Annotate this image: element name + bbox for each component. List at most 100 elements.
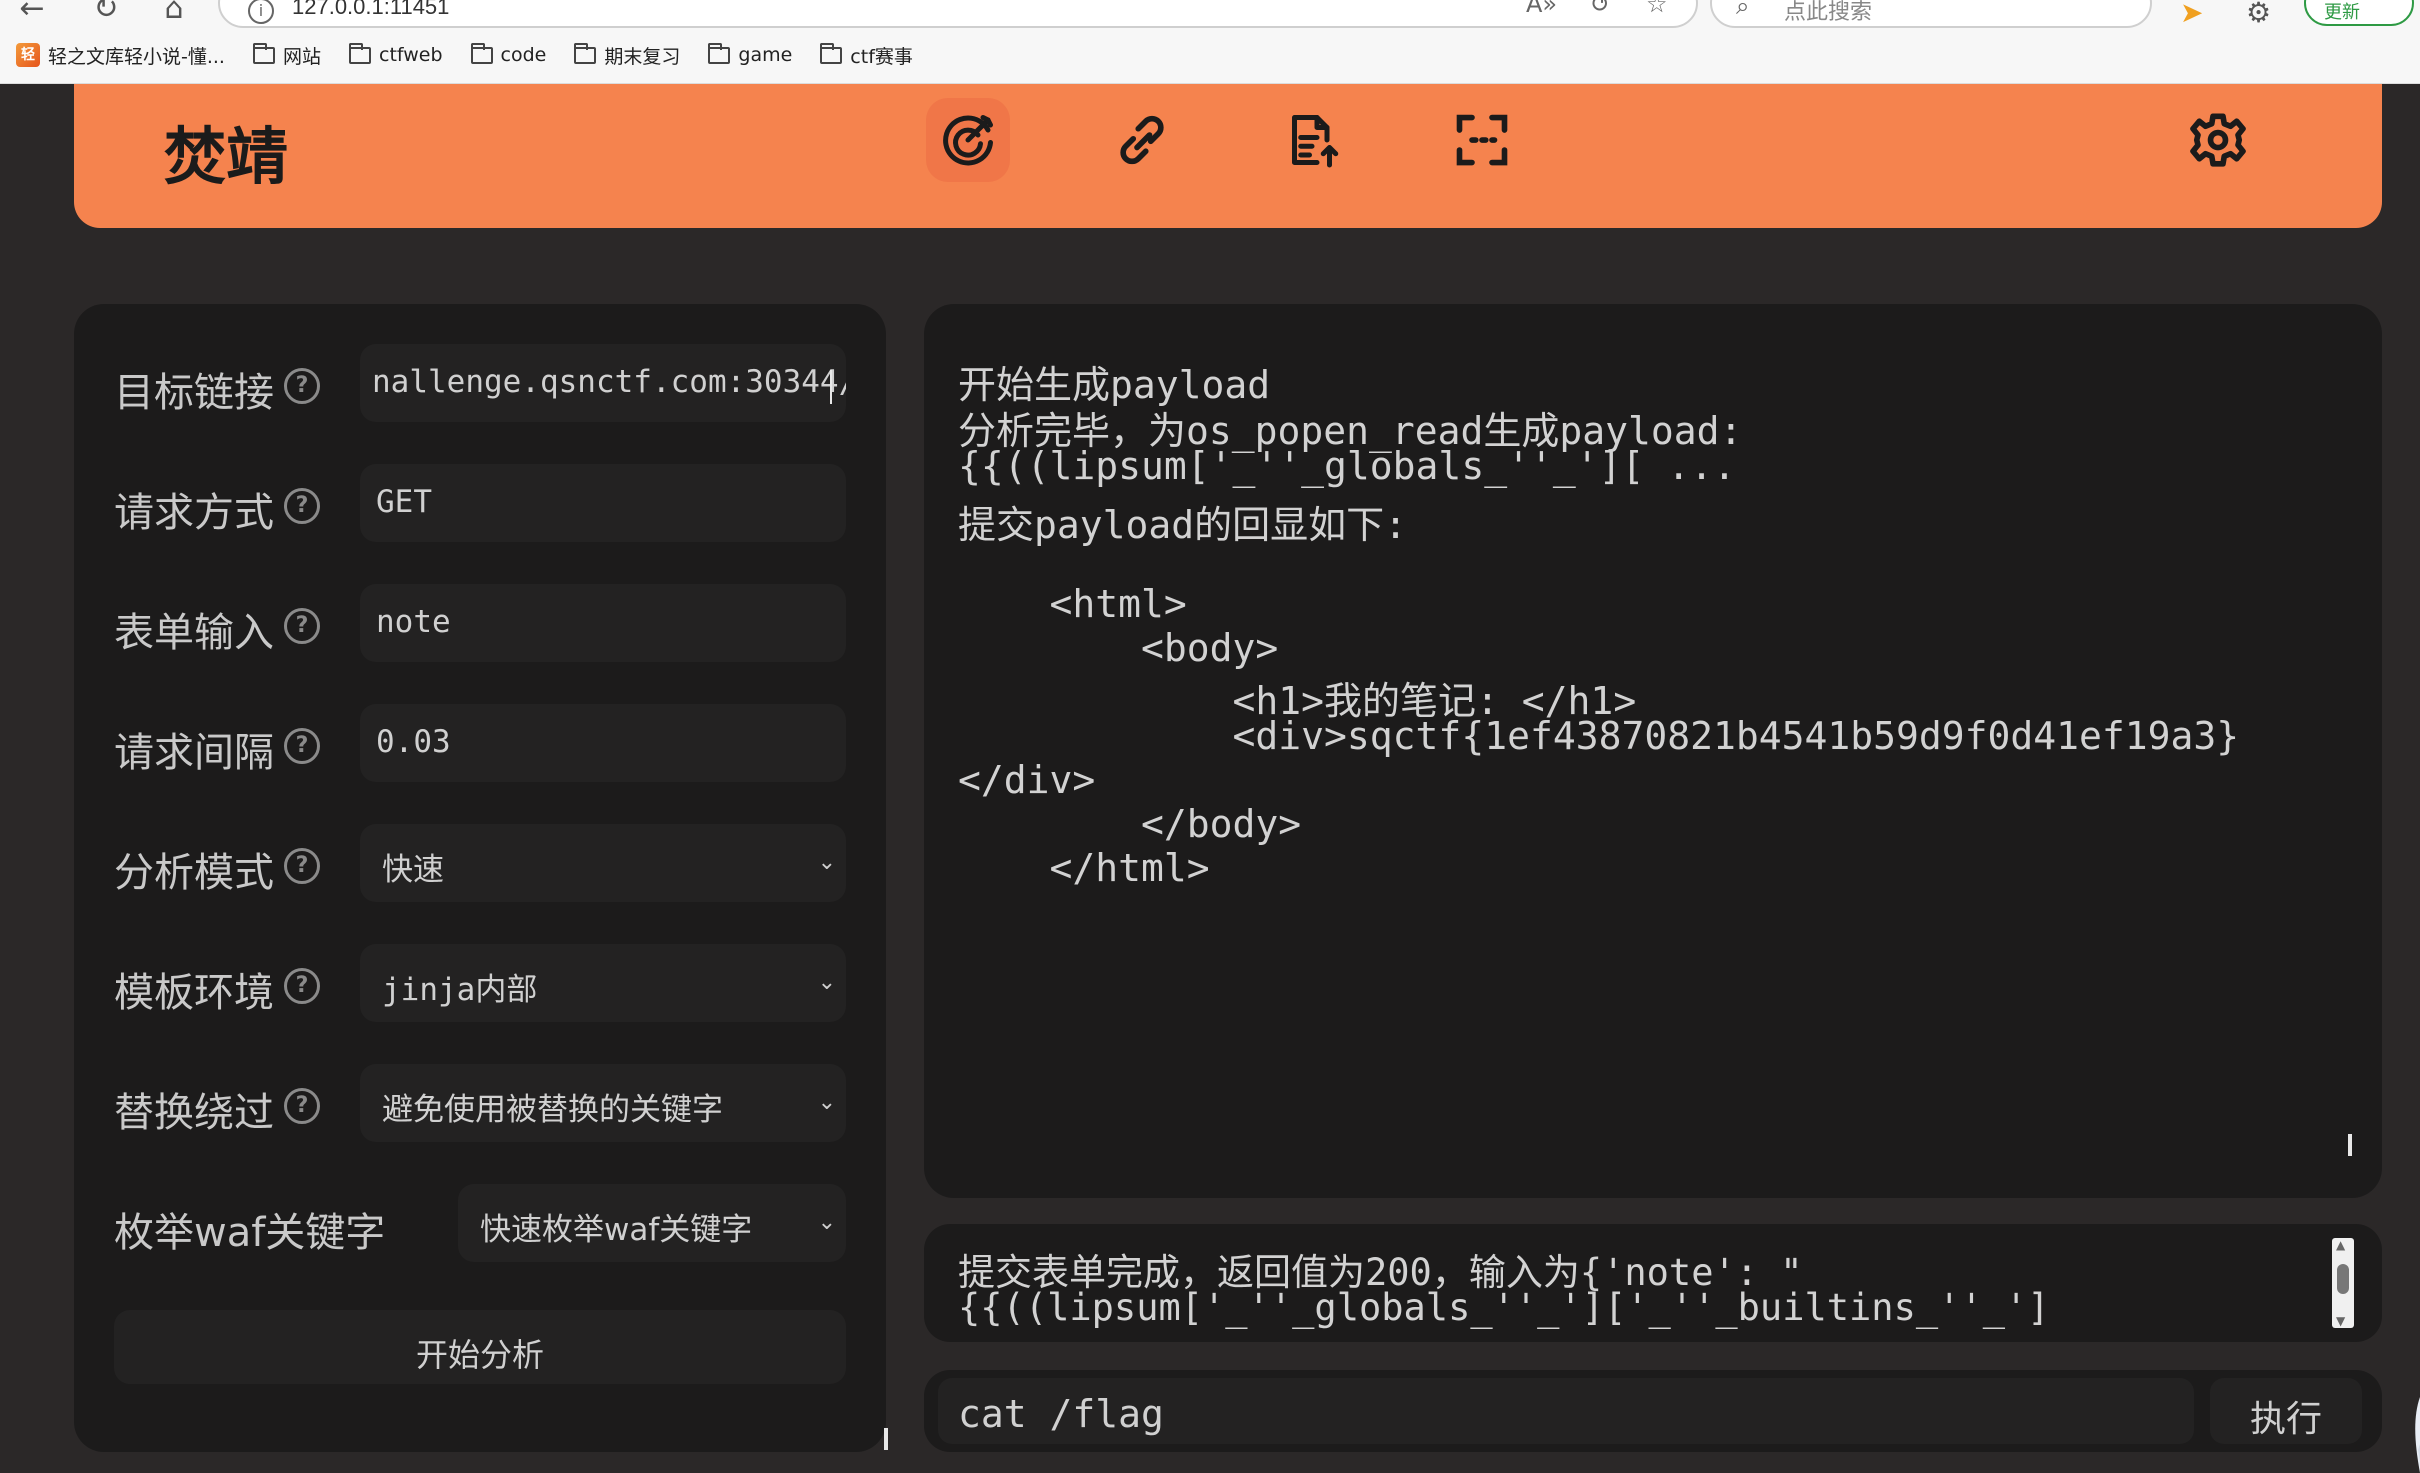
scan-icon[interactable]: [1440, 98, 1524, 182]
log-scrollbar[interactable]: ▲ ▼: [2332, 1238, 2354, 1328]
site-logo-icon: 轻: [16, 43, 40, 67]
output-panel[interactable]: 开始生成payload 分析完毕，为os_popen_read生成payload…: [924, 304, 2382, 1198]
scroll-down-icon[interactable]: ▼: [2336, 1314, 2345, 1328]
target-url-value: nallenge.qsnctf.com:30344/: [372, 364, 846, 400]
bookmark-folder[interactable]: 网站: [252, 42, 321, 69]
help-icon[interactable]: ?: [284, 848, 320, 884]
refresh-extension-icon[interactable]: ↺: [1590, 0, 1610, 18]
output-line: </html>: [958, 846, 1210, 890]
command-value: cat /flag: [958, 1392, 1164, 1436]
analysis-mode-select[interactable]: 快速 ⌄: [360, 824, 846, 902]
browser-toolbar: ← ↻ ⌂ i 127.0.0.1:11451 A» ↺ ☆ ⌕ 点此搜索 ➤ …: [0, 0, 2420, 84]
waf-enum-select[interactable]: 快速枚举waf关键字 ⌄: [458, 1184, 846, 1262]
method-value: GET: [376, 484, 432, 520]
template-env-row: 模板环境 ? jinja内部 ⌄: [114, 944, 846, 1022]
folder-icon: [708, 42, 731, 64]
bookmark-folder[interactable]: game: [708, 42, 792, 66]
form-input-row: 表单输入 ? note: [114, 584, 846, 662]
flag-line: <div>sqctf{1ef43870821b4541b59d9f0d41ef1…: [958, 714, 2240, 758]
scroll-up-icon[interactable]: ▲: [2336, 1238, 2345, 1252]
replace-bypass-label: 替换绕过: [114, 1090, 274, 1136]
log-panel[interactable]: 提交表单完成，返回值为200，输入为{'note': " {{((lipsum[…: [924, 1224, 2382, 1342]
home-icon[interactable]: ⌂: [154, 0, 194, 24]
chevron-down-icon: ⌄: [817, 970, 836, 995]
cursor-marker: [884, 1428, 888, 1450]
folder-icon: [349, 42, 371, 64]
replace-bypass-value: 避免使用被替换的关键字: [382, 1092, 723, 1128]
star-icon[interactable]: ☆: [1646, 0, 1668, 18]
back-icon[interactable]: ←: [12, 0, 52, 24]
folder-icon: [470, 42, 493, 64]
update-label: 更新: [2324, 2, 2360, 23]
page-scrollbar[interactable]: [2396, 84, 2420, 1473]
form-input-value: note: [376, 604, 451, 640]
bookmark-label: 期末复习: [604, 45, 681, 68]
analysis-mode-label: 分析模式: [114, 850, 274, 896]
update-button[interactable]: 更新: [2304, 0, 2414, 26]
scroll-thumb[interactable]: [2337, 1264, 2349, 1294]
target-url-input[interactable]: nallenge.qsnctf.com:30344/: [360, 344, 846, 422]
waf-enum-value: 快速枚举waf关键字: [480, 1212, 753, 1248]
resize-marker: [2348, 1134, 2352, 1156]
chevron-down-icon: ⌄: [817, 1090, 836, 1115]
bookmark-folder[interactable]: ctfweb: [349, 42, 443, 66]
config-panel: 目标链接 ? nallenge.qsnctf.com:30344/ 请求方式 ?…: [74, 304, 888, 1452]
start-analysis-button[interactable]: 开始分析: [114, 1310, 846, 1384]
address-url: 127.0.0.1:11451: [292, 0, 450, 19]
bookmark-folder[interactable]: ctf赛事: [820, 42, 913, 69]
interval-row: 请求间隔 ? 0.03: [114, 704, 846, 782]
file-upload-icon[interactable]: [1270, 98, 1354, 182]
replace-bypass-row: 替换绕过 ? 避免使用被替换的关键字 ⌄: [114, 1064, 846, 1142]
folder-icon: [252, 42, 275, 64]
bookmark-label: code: [500, 44, 547, 66]
gear-icon[interactable]: [2176, 98, 2260, 182]
help-icon[interactable]: ?: [284, 968, 320, 1004]
output-line: 提交payload的回显如下:: [958, 503, 1408, 547]
form-input-label: 表单输入: [114, 610, 274, 656]
method-input[interactable]: GET: [360, 464, 846, 542]
reload-icon[interactable]: ↻: [86, 0, 126, 24]
target-crack-icon[interactable]: [926, 98, 1010, 182]
form-input-field[interactable]: note: [360, 584, 846, 662]
read-aloud-icon[interactable]: A»: [1526, 0, 1557, 18]
link-icon[interactable]: [1100, 98, 1184, 182]
browser-search-bar[interactable]: ⌕ 点此搜索: [1710, 0, 2152, 28]
waf-enum-label: 枚举waf关键字: [114, 1210, 386, 1256]
chevron-down-icon: ⌄: [817, 850, 836, 875]
template-env-select[interactable]: jinja内部 ⌄: [360, 944, 846, 1022]
address-bar[interactable]: i 127.0.0.1:11451 A» ↺ ☆: [218, 0, 1698, 28]
analysis-mode-value: 快速: [382, 852, 444, 888]
start-analysis-label: 开始分析: [415, 1336, 544, 1374]
chevron-down-icon: ⌄: [817, 1210, 836, 1235]
info-icon[interactable]: i: [248, 0, 274, 24]
output-line: </body>: [958, 802, 1302, 846]
help-icon[interactable]: ?: [284, 728, 320, 764]
interval-input[interactable]: 0.03: [360, 704, 846, 782]
text-caret: [830, 370, 832, 404]
bookmarks-bar: 轻 轻之文库轻小说-懂... 网站 ctfweb code 期末复习 game …: [16, 40, 913, 70]
help-icon[interactable]: ?: [284, 608, 320, 644]
search-icon: ⌕: [1736, 0, 1750, 20]
command-input[interactable]: cat /flag: [938, 1378, 2194, 1444]
settings-icon[interactable]: ⚙: [2246, 0, 2271, 29]
bookmark-label: 网站: [282, 45, 321, 68]
bookmark-folder[interactable]: 期末复习: [574, 42, 680, 69]
template-env-value: jinja内部: [382, 972, 538, 1008]
help-icon[interactable]: ?: [284, 368, 320, 404]
waf-enum-row: 枚举waf关键字 ? 快速枚举waf关键字 ⌄: [114, 1184, 846, 1262]
output-line: <body>: [958, 626, 1279, 670]
avatar-image: [2415, 1397, 2420, 1473]
execute-button[interactable]: 执行: [2210, 1378, 2362, 1444]
bookmark-item[interactable]: 轻 轻之文库轻小说-懂...: [16, 42, 225, 69]
extension-icon[interactable]: ➤: [2180, 0, 2203, 29]
help-icon[interactable]: ?: [284, 488, 320, 524]
folder-icon: [574, 42, 597, 64]
output-line: <html>: [958, 582, 1187, 626]
brand-title: 焚靖: [164, 120, 289, 193]
replace-bypass-select[interactable]: 避免使用被替换的关键字 ⌄: [360, 1064, 846, 1142]
help-icon[interactable]: ?: [284, 1088, 320, 1124]
output-line: {{((lipsum['_''_globals_''_'][ ...: [958, 444, 1736, 488]
template-env-label: 模板环境: [114, 970, 274, 1016]
bookmark-folder[interactable]: code: [470, 42, 547, 66]
output-line: </div>: [958, 758, 1096, 802]
